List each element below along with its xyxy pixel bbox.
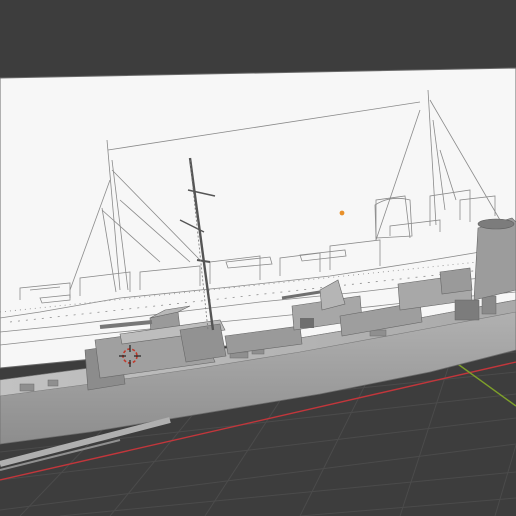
funnel[interactable] — [473, 217, 516, 301]
3d-viewport[interactable] — [0, 0, 516, 516]
viewport-scene[interactable] — [0, 0, 516, 516]
origin-point-icon[interactable] — [339, 210, 345, 216]
